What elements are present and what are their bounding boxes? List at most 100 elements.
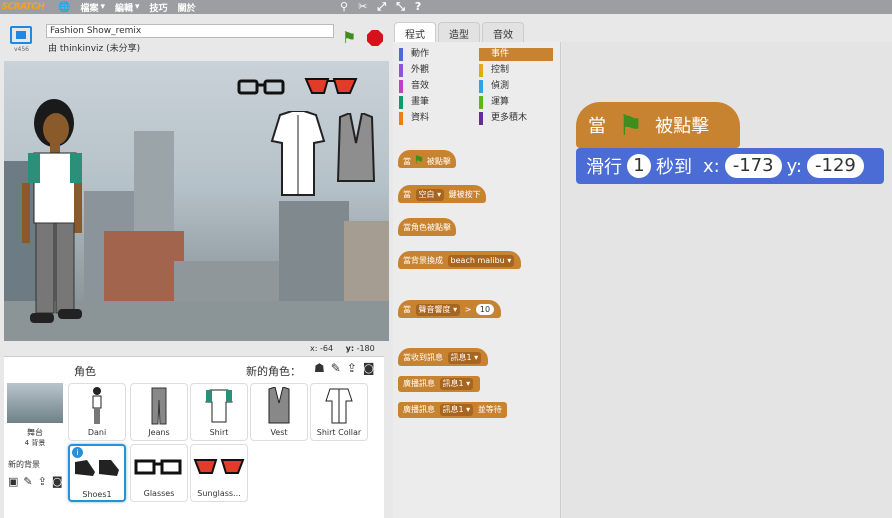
choose-backdrop-icon[interactable]: ▣ (8, 475, 18, 488)
help-icon[interactable]: ? (415, 0, 421, 14)
sprite-name: Glasses (143, 489, 175, 498)
paint-sprite-icon[interactable]: ✎ (331, 361, 341, 375)
coord-x-value: -64 (319, 344, 334, 353)
scratch-logo[interactable]: SCRATCH (0, 0, 46, 14)
sprite-tile-dani[interactable]: Dani (68, 383, 126, 441)
loudness-value-input[interactable]: 10 (475, 304, 495, 315)
sprite-tile-glasses[interactable]: Glasses (130, 444, 188, 502)
info-icon[interactable]: i (72, 447, 83, 458)
stage-header: v456 Fashion Show_remix 由 thinkinviz (未分… (4, 20, 388, 60)
block-when-receive[interactable]: 當收到訊息 訊息1 ▾ (398, 348, 489, 366)
coord-x-label: x: (310, 344, 318, 353)
stamp-icon[interactable]: ⚲ (340, 0, 348, 14)
category-events[interactable]: 事件 (479, 48, 553, 61)
green-flag-icon: ⚑ (618, 108, 644, 142)
sprite-name: Shirt Collar (316, 428, 362, 437)
block-palette: 動作 事件 外觀 控制 音效 偵測 畫筆 運算 資料 更多積木 (393, 42, 561, 518)
stop-button[interactable] (367, 30, 383, 46)
menu-about[interactable]: 關於 (178, 1, 196, 14)
sprite-tile-shirt[interactable]: Shirt (190, 383, 248, 441)
glide-y-input[interactable]: -129 (807, 154, 864, 178)
message-dropdown[interactable]: 訊息1 ▾ (439, 378, 474, 390)
dani-sprite[interactable] (12, 91, 92, 331)
block-when-sprite-clicked[interactable]: 當角色被點擊 (398, 218, 456, 236)
block-text: 並等待 (477, 405, 502, 414)
sprite-tile-jeans[interactable]: Jeans (130, 383, 188, 441)
block-text: 當 (403, 305, 411, 314)
sprite-tile-shoes1[interactable]: i Shoes1 (68, 444, 126, 502)
script-glide-block[interactable]: 滑行 1 秒到 x: -173 y: -129 (576, 148, 884, 184)
message-dropdown[interactable]: 訊息1 ▾ (439, 404, 474, 416)
presentation-mode-button[interactable] (10, 26, 32, 44)
backdrop-count: 4 背景 (24, 439, 46, 447)
category-looks[interactable]: 外觀 (399, 64, 473, 77)
message-dropdown-value: 訊息1 (442, 405, 464, 414)
block-text: y: (786, 155, 802, 177)
message-dropdown[interactable]: 訊息1 ▾ (447, 352, 482, 364)
sprite-name: Vest (270, 428, 288, 437)
block-broadcast-and-wait[interactable]: 廣播訊息 訊息1 ▾ 並等待 (398, 402, 507, 418)
cut-icon[interactable]: ✂ (358, 0, 367, 14)
mouse-coordinates: x: -64 y: -180 (310, 344, 375, 353)
vest-sprite[interactable] (336, 113, 376, 185)
new-backdrop-tools: ▣ ✎ ⇪ ◙ (8, 475, 63, 488)
glide-seconds-input[interactable]: 1 (627, 154, 651, 178)
upload-backdrop-icon[interactable]: ⇪ (38, 475, 47, 488)
shrink-icon[interactable]: ⤡ (396, 0, 405, 14)
editor-tabs: 程式 造型 音效 (394, 22, 526, 42)
category-control[interactable]: 控制 (479, 64, 553, 77)
globe-icon[interactable]: 🌐 (58, 2, 70, 13)
category-motion[interactable]: 動作 (399, 48, 473, 61)
category-sound[interactable]: 音效 (399, 80, 473, 93)
block-when-loudness[interactable]: 當 聲音響度 ▾ > 10 (398, 300, 502, 318)
script-when-flag-clicked[interactable]: 當 ⚑ 被點擊 (576, 102, 740, 148)
upload-sprite-icon[interactable]: ⇪ (347, 361, 357, 375)
paint-backdrop-icon[interactable]: ✎ (23, 475, 32, 488)
sunglasses-sprite[interactable] (304, 75, 358, 99)
sprite-pane: 角色 新的角色： ☗ ✎ ⇪ ◙ 舞台 4 背景 新的背景 ▣ ✎ ⇪ ◙ Da… (4, 356, 384, 518)
choose-sprite-icon[interactable]: ☗ (314, 361, 325, 375)
camera-backdrop-icon[interactable]: ◙ (52, 475, 63, 488)
category-pen[interactable]: 畫筆 (399, 96, 473, 109)
glasses-sprite[interactable] (237, 77, 287, 97)
sprite-tile-shirt-collar[interactable]: Shirt Collar (310, 383, 368, 441)
sprite-tile-sunglasses[interactable]: Sunglass... (190, 444, 248, 502)
category-operators[interactable]: 運算 (479, 96, 553, 109)
key-dropdown[interactable]: 空白 ▾ (415, 189, 445, 201)
block-broadcast[interactable]: 廣播訊息 訊息1 ▾ (398, 376, 481, 392)
block-text: 當角色被點擊 (403, 223, 451, 232)
sprite-tile-vest[interactable]: Vest (250, 383, 308, 441)
coord-y-value: -180 (356, 344, 375, 353)
menu-file[interactable]: 檔案 ▾ (80, 1, 105, 14)
block-when-backdrop-switches[interactable]: 當背景換成 beach malibu ▾ (398, 251, 522, 269)
menu-edit[interactable]: 編輯 ▾ (115, 1, 140, 14)
block-text: 當背景換成 (403, 256, 443, 265)
tab-costumes[interactable]: 造型 (438, 22, 480, 42)
glasses-thumbnail (131, 445, 187, 489)
category-more-blocks[interactable]: 更多積木 (479, 112, 553, 125)
shirt-sprite[interactable] (270, 111, 326, 197)
grow-icon[interactable]: ⤢ (377, 0, 386, 14)
block-when-key-pressed[interactable]: 當 空白 ▾ 鍵被按下 (398, 185, 486, 203)
camera-sprite-icon[interactable]: ◙ (363, 361, 375, 375)
backdrop-dropdown[interactable]: beach malibu ▾ (447, 255, 515, 267)
category-sensing[interactable]: 偵測 (479, 80, 553, 93)
green-flag-icon[interactable]: ⚑ (342, 28, 356, 47)
stage[interactable] (4, 61, 389, 341)
scratch-editor: SCRATCH 🌐 檔案 ▾ 編輯 ▾ 技巧 關於 ⚲ ✂ ⤢ ⤡ ? v456 F… (0, 0, 892, 518)
version-label: v456 (14, 46, 30, 53)
tab-sounds[interactable]: 音效 (482, 22, 524, 42)
block-text: 當 (588, 116, 606, 137)
sprite-name: Sunglass... (197, 489, 241, 498)
new-sprite-tools: ☗ ✎ ⇪ ◙ (314, 361, 375, 375)
glide-x-input[interactable]: -173 (724, 154, 782, 178)
tab-scripts[interactable]: 程式 (394, 22, 436, 42)
block-when-flag-clicked[interactable]: 當 ⚑ 被點擊 (398, 150, 456, 168)
new-sprite-label: 新的角色： (246, 365, 301, 378)
key-dropdown-value: 空白 (418, 190, 435, 199)
project-title-input[interactable]: Fashion Show_remix (46, 24, 334, 38)
menu-tips[interactable]: 技巧 (150, 1, 168, 14)
category-data[interactable]: 資料 (399, 112, 473, 125)
stage-selector[interactable]: 舞台 4 背景 (6, 383, 64, 453)
sensor-dropdown[interactable]: 聲音響度 ▾ (415, 304, 461, 316)
